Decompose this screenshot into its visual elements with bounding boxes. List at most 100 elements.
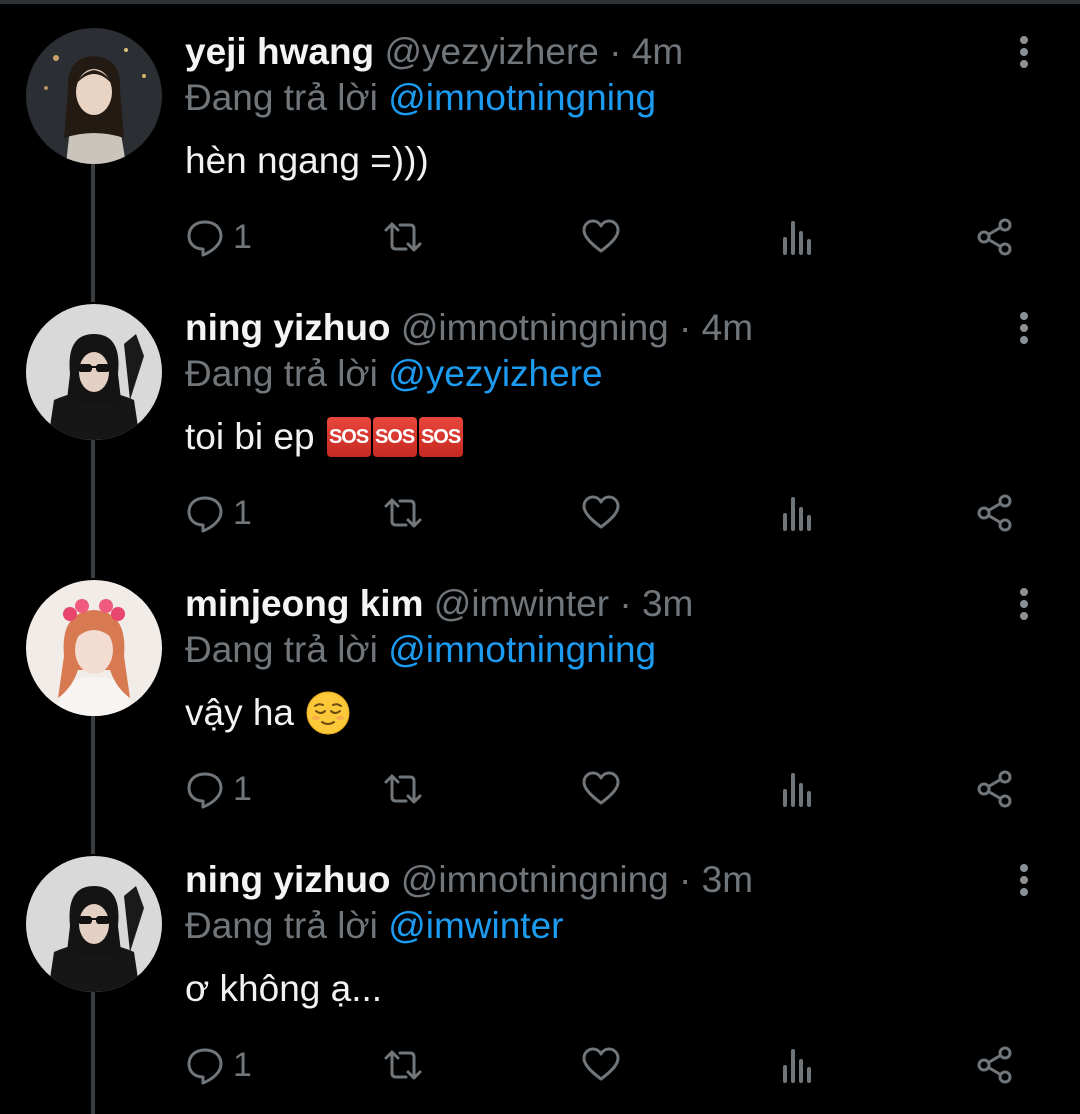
display-name[interactable]: ning yizhuo	[185, 307, 391, 348]
separator-dot: ·	[679, 859, 692, 900]
reply-button[interactable]: 1	[185, 212, 252, 262]
user-handle[interactable]: @yezyizhere	[384, 31, 598, 72]
action-bar: 1	[185, 212, 1025, 262]
retweet-button[interactable]	[383, 488, 423, 538]
action-bar: 1	[185, 764, 1025, 814]
reply-context: Đang trả lời @imnotningning	[185, 628, 656, 672]
tweet-header: minjeong kim @imwinter · 3m	[185, 582, 693, 626]
tweet-text: ơ không ạ...	[185, 966, 382, 1012]
reply-mention-link[interactable]: @yezyizhere	[388, 353, 602, 394]
avatar[interactable]	[26, 856, 162, 992]
tweet-header: ning yizhuo @imnotningning · 4m	[185, 306, 753, 350]
tweet[interactable]: minjeong kim @imwinter · 3m Đang trả lời…	[0, 552, 1080, 828]
share-button[interactable]	[975, 764, 1015, 814]
user-handle[interactable]: @imwinter	[434, 583, 609, 624]
tweet[interactable]: ning yizhuo @imnotningning · 3m Đang trả…	[0, 828, 1080, 1104]
timestamp[interactable]: 3m	[702, 859, 753, 900]
retweet-icon	[384, 498, 422, 528]
like-button[interactable]	[581, 488, 621, 538]
more-icon[interactable]	[1012, 32, 1036, 72]
avatar-photo-ning	[26, 856, 162, 992]
avatar-photo-yeji	[26, 28, 162, 164]
separator-dot: ·	[609, 31, 622, 72]
reply-context: Đang trả lời @imwinter	[185, 904, 564, 948]
sos-emoji: SOS	[372, 417, 417, 457]
reply-mention-link[interactable]: @imnotningning	[388, 77, 656, 118]
separator-dot: ·	[619, 583, 632, 624]
retweet-icon	[384, 1050, 422, 1080]
sos-emoji: SOS	[326, 417, 371, 457]
reply-count: 1	[233, 493, 252, 532]
share-button[interactable]	[975, 212, 1015, 262]
share-icon	[977, 494, 1012, 532]
retweet-button[interactable]	[383, 212, 423, 262]
reply-button[interactable]: 1	[185, 764, 252, 814]
display-name[interactable]: minjeong kim	[185, 583, 423, 624]
reply-icon	[187, 772, 223, 809]
like-icon	[582, 219, 620, 253]
like-button[interactable]	[581, 764, 621, 814]
reply-button[interactable]: 1	[185, 1040, 252, 1090]
reply-button[interactable]: 1	[185, 488, 252, 538]
tweet-text-content: ơ không ạ...	[185, 968, 383, 1009]
sos-button-emoji: SOS SOS SOS	[326, 417, 463, 457]
retweet-button[interactable]	[383, 1040, 423, 1090]
reply-count: 1	[233, 217, 252, 256]
tweet-text-content: vậy ha	[185, 692, 295, 733]
views-button[interactable]	[779, 488, 819, 538]
action-bar: 1	[185, 1040, 1025, 1090]
reply-icon	[187, 220, 223, 257]
reply-mention-link[interactable]: @imnotningning	[388, 629, 656, 670]
retweet-icon	[384, 222, 422, 252]
views-button[interactable]	[779, 764, 819, 814]
share-button[interactable]	[975, 488, 1015, 538]
retweet-button[interactable]	[383, 764, 423, 814]
reply-prefix: Đang trả lời	[185, 353, 378, 394]
tweet-text-content: hèn ngang =)))	[185, 140, 429, 181]
share-icon	[977, 218, 1012, 256]
share-icon	[977, 1046, 1012, 1084]
like-button[interactable]	[581, 1040, 621, 1090]
user-handle[interactable]: @imnotningning	[401, 307, 669, 348]
like-icon	[582, 1047, 620, 1081]
retweet-icon	[384, 774, 422, 804]
display-name[interactable]: ning yizhuo	[185, 859, 391, 900]
timestamp[interactable]: 3m	[642, 583, 693, 624]
tweet-text: toi bi ep SOS SOS SOS	[185, 414, 463, 460]
avatar-photo-minjeong	[26, 580, 162, 716]
views-icon	[783, 497, 811, 531]
more-icon[interactable]	[1012, 308, 1036, 348]
reply-prefix: Đang trả lời	[185, 905, 378, 946]
avatar[interactable]	[26, 304, 162, 440]
sos-emoji: SOS	[418, 417, 463, 457]
like-icon	[582, 771, 620, 805]
views-icon	[783, 773, 811, 807]
like-icon	[582, 495, 620, 529]
share-button[interactable]	[975, 1040, 1015, 1090]
reply-count: 1	[233, 1045, 252, 1084]
more-icon[interactable]	[1012, 584, 1036, 624]
user-handle[interactable]: @imnotningning	[401, 859, 669, 900]
like-button[interactable]	[581, 212, 621, 262]
tweet-text: vậy ha	[185, 690, 350, 736]
action-bar: 1	[185, 488, 1025, 538]
tweet[interactable]: ning yizhuo @imnotningning · 4m Đang trả…	[0, 276, 1080, 552]
reply-mention-link[interactable]: @imwinter	[388, 905, 563, 946]
separator-dot: ·	[679, 307, 692, 348]
views-button[interactable]	[779, 212, 819, 262]
tweet[interactable]: yeji hwang @yezyizhere · 4m Đang trả lời…	[0, 0, 1080, 276]
avatar[interactable]	[26, 580, 162, 716]
reply-prefix: Đang trả lời	[185, 629, 378, 670]
reply-context: Đang trả lời @imnotningning	[185, 76, 656, 120]
avatar[interactable]	[26, 28, 162, 164]
views-icon	[783, 221, 811, 255]
reply-prefix: Đang trả lời	[185, 77, 378, 118]
display-name[interactable]: yeji hwang	[185, 31, 374, 72]
tweet-header: yeji hwang @yezyizhere · 4m	[185, 30, 683, 74]
more-icon[interactable]	[1012, 860, 1036, 900]
timestamp[interactable]: 4m	[632, 31, 683, 72]
tweet-text-content: toi bi ep	[185, 416, 315, 457]
timestamp[interactable]: 4m	[702, 307, 753, 348]
share-icon	[977, 770, 1012, 808]
views-button[interactable]	[779, 1040, 819, 1090]
